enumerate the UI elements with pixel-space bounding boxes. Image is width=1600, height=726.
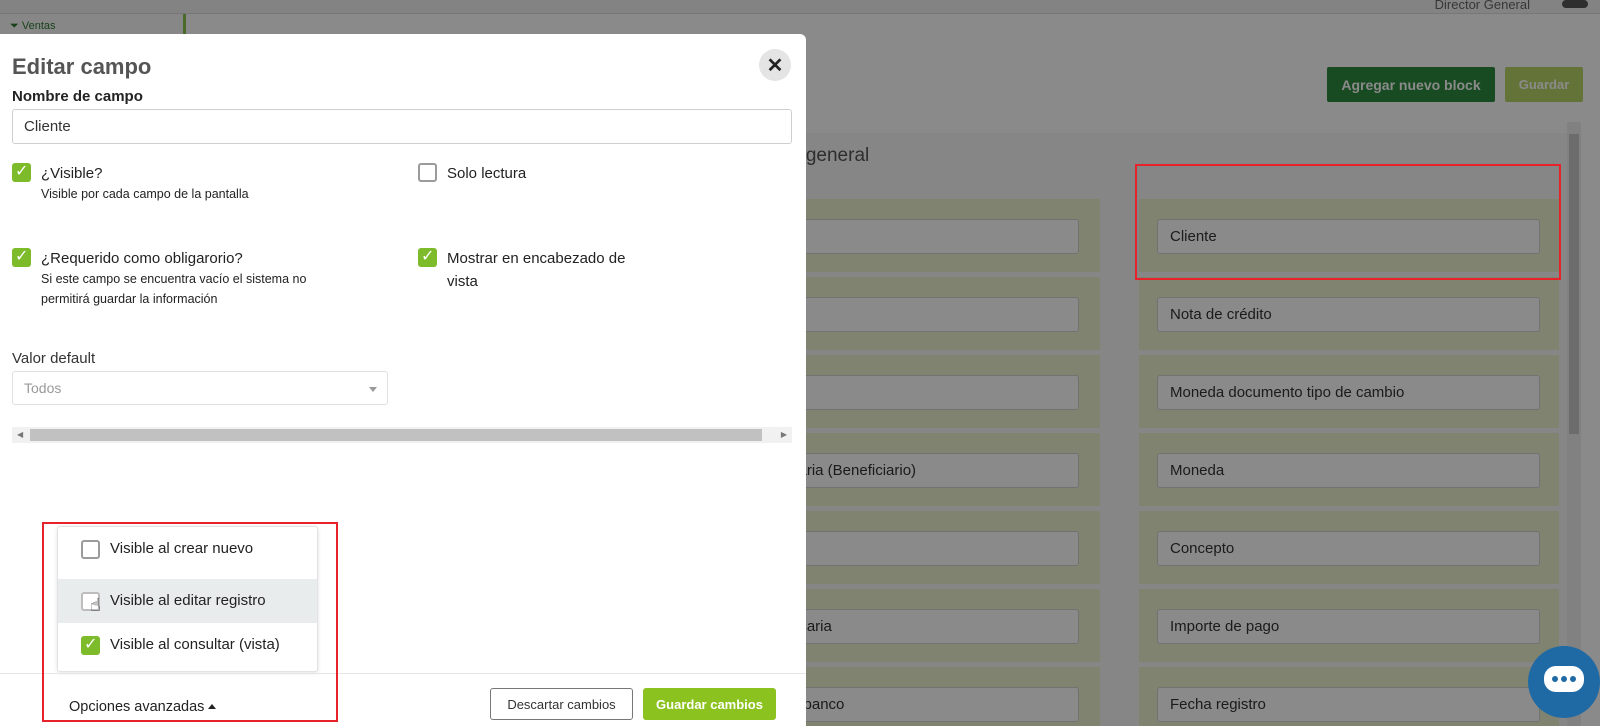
horizontal-scrollbar[interactable]: ◀ ▶ xyxy=(12,427,792,443)
chevron-down-icon xyxy=(369,387,377,392)
required-checkbox[interactable] xyxy=(12,246,31,267)
save-changes-button[interactable]: Guardar cambios xyxy=(643,688,776,720)
show-in-header-label-line1: Mostrar en encabezado de xyxy=(447,250,626,267)
required-description-line1: Si este campo se encuentra vacío el sist… xyxy=(41,272,307,286)
default-value-select[interactable]: Todos xyxy=(12,371,388,405)
readonly-checkbox[interactable] xyxy=(418,163,437,182)
required-label: ¿Requerido como obligarorio? xyxy=(41,250,243,267)
highlight-box xyxy=(42,522,338,722)
chat-icon[interactable] xyxy=(1528,646,1600,718)
visible-description: Visible por cada campo de la pantalla xyxy=(41,187,249,201)
required-description-line2: permitirá guardar la información xyxy=(41,292,218,306)
visible-label: ¿Visible? xyxy=(41,165,103,182)
close-button[interactable]: ✕ xyxy=(759,49,791,81)
scroll-right-icon[interactable]: ▶ xyxy=(781,430,787,439)
visible-checkbox[interactable] xyxy=(12,161,31,182)
scrollbar-thumb[interactable] xyxy=(30,429,762,441)
default-value-selected: Todos xyxy=(24,380,62,396)
readonly-label: Solo lectura xyxy=(447,165,527,182)
show-in-header-checkbox[interactable] xyxy=(418,246,437,267)
field-name-input[interactable] xyxy=(12,109,792,144)
default-value-label: Valor default xyxy=(12,350,96,367)
highlight-box xyxy=(1135,164,1561,280)
discard-changes-button[interactable]: Descartar cambios xyxy=(490,688,633,720)
scroll-left-icon[interactable]: ◀ xyxy=(17,430,23,439)
modal-title: Editar campo xyxy=(12,54,152,79)
show-in-header-label-line2: vista xyxy=(447,273,478,290)
close-icon: ✕ xyxy=(766,54,784,77)
field-name-label: Nombre de campo xyxy=(12,88,143,105)
